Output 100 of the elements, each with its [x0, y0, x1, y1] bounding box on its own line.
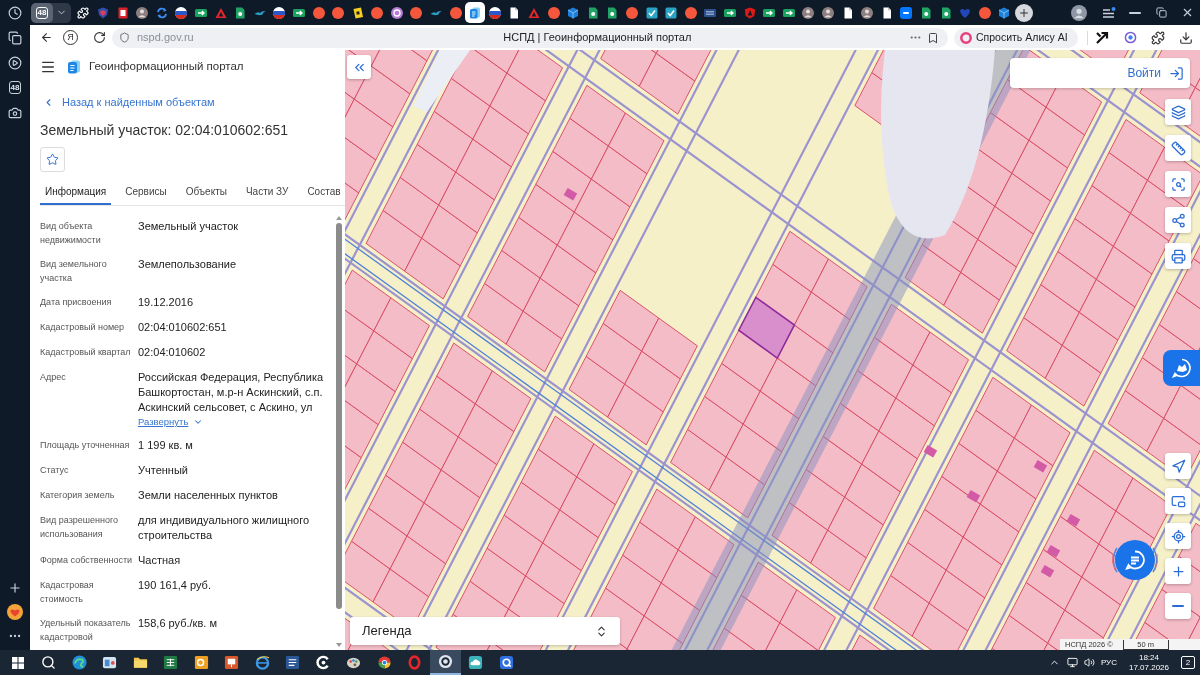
field-label: Площадь уточненная: [40, 439, 131, 452]
picture-in-picture-icon: [1170, 493, 1186, 509]
layers-icon: [1170, 104, 1186, 120]
info-tab[interactable]: Информация: [40, 180, 112, 205]
diagonal-arrow-icon: [1095, 30, 1109, 45]
avatar-icon: [802, 6, 815, 19]
zoom-out-button[interactable]: [1165, 593, 1191, 619]
ruler-icon: [1170, 140, 1186, 156]
stacked-pages-icon: [8, 30, 22, 45]
field-value: Российская Федерация, Республика Башкортостан, м.р-н Аскинский, с.п. Аскинский сельсовет, с Аскино, ул: [138, 370, 325, 415]
url-text: nspd.gov.ru: [137, 30, 194, 46]
field-value: Частная: [138, 553, 182, 568]
volume-icon: [1084, 657, 1096, 668]
play-icon: [8, 55, 22, 70]
locate-icon: [1170, 528, 1186, 544]
expand-link[interactable]: Развернуть: [138, 415, 204, 428]
arrow-tile-icon: [724, 6, 736, 19]
side-panel-tab[interactable]: [1163, 350, 1200, 386]
new-tab-button[interactable]: [1015, 3, 1034, 22]
profile-button[interactable]: [1069, 2, 1089, 23]
menu-button[interactable]: [40, 59, 56, 75]
field-value: Учтенный: [138, 463, 189, 478]
cube-icon: [567, 6, 580, 19]
field-label: Кадастровый квартал: [40, 346, 132, 359]
square-logo-icon: [900, 6, 913, 19]
my-location-button[interactable]: [1165, 453, 1191, 479]
field-value: 1 199 кв. м: [138, 438, 194, 453]
restore-icon: [1155, 7, 1167, 18]
circle-logo-icon: [978, 6, 991, 19]
document-icon: [285, 655, 301, 670]
swirl-logo-icon: [71, 655, 87, 670]
ring-logo-icon: [960, 31, 972, 44]
field-value: Земли населенных пунктов: [138, 488, 279, 503]
spreadsheet-icon: [163, 655, 179, 670]
tab-group-button[interactable]: 48: [31, 2, 71, 23]
login-icon: [1169, 65, 1184, 81]
legend-select[interactable]: Легенда: [350, 617, 620, 645]
field-label: Вид объекта недвижимости: [40, 220, 102, 247]
address-field[interactable]: nspd.gov.ru НСПД | Геоинформационный портал: [112, 27, 948, 48]
arrow-tile-icon: [782, 6, 795, 19]
field-value: 158,6 руб./кв. м: [138, 616, 218, 631]
reload-icon: [92, 31, 106, 44]
bookmark-icon: [927, 31, 939, 44]
clock-button[interactable]: 18:24 17.07.2026: [1128, 652, 1169, 673]
login-button[interactable]: Войти: [1127, 64, 1184, 82]
clock-icon: [8, 5, 22, 20]
mail-app-icon: [193, 655, 209, 670]
menu-icon: [40, 59, 56, 75]
field-label: Вид земельного участка: [40, 258, 108, 285]
download-icon: [1179, 30, 1193, 45]
page-title: НСПД | Геоинформационный портал: [502, 30, 693, 46]
avatar-icon: [136, 6, 149, 19]
measure-button[interactable]: [1165, 135, 1191, 161]
object-title: Земельный участок: 02:04:010602:651: [40, 121, 289, 139]
notifications-button[interactable]: 2: [1181, 656, 1195, 669]
back-link[interactable]: Назад к найденным объектам: [40, 95, 215, 109]
circle-logo-icon: [371, 6, 384, 19]
layers-button[interactable]: [1165, 99, 1191, 125]
document-icon: [939, 6, 952, 19]
share-button[interactable]: [1165, 207, 1191, 233]
info-tab[interactable]: Состав: [302, 180, 346, 205]
page-icon: [508, 6, 521, 19]
arrow-left-icon: [39, 31, 53, 44]
scroll-thumb[interactable]: [335, 223, 342, 609]
scroll-down-icon: [335, 643, 342, 647]
zoom-in-button[interactable]: [1165, 558, 1191, 584]
favorite-button[interactable]: [40, 147, 65, 172]
info-tab[interactable]: Части ЗУ: [240, 180, 294, 205]
printer-icon: [1170, 248, 1186, 264]
scroll-up-icon: [335, 216, 342, 220]
pulse-rings-icon: [1112, 547, 1158, 573]
browser-tab[interactable]: [465, 2, 486, 23]
info-tab[interactable]: Сервисы: [120, 180, 172, 205]
arrow-tile-icon: [194, 6, 207, 19]
language-indicator[interactable]: РУС: [1100, 656, 1117, 669]
taskbar-app[interactable]: [430, 650, 461, 675]
info-tab[interactable]: Объекты: [180, 180, 232, 205]
counter-button[interactable]: 48: [0, 75, 30, 100]
portal-title: Геоинформационный портал: [89, 59, 244, 75]
ask-alice-button[interactable]: Спросить Алису AI: [954, 27, 1078, 48]
flag-icon: [273, 6, 286, 19]
app-window-icon: [102, 655, 118, 670]
circle-logo-icon: [332, 6, 345, 19]
triangle-icon: [528, 6, 541, 19]
ring-icon: [390, 6, 403, 19]
check-tile-icon: [665, 6, 678, 19]
camera-icon: [8, 105, 22, 120]
field-value: 19.12.2016: [138, 295, 195, 310]
field-label: Кадастровая стоимость: [40, 579, 95, 606]
select-area-button[interactable]: [1165, 171, 1191, 197]
field-value: 02:04:010602: [138, 345, 207, 360]
locate-button[interactable]: [1165, 523, 1191, 549]
collapse-panel-button[interactable]: [347, 55, 371, 79]
minimap-button[interactable]: [1165, 488, 1191, 514]
portal-logo-icon: [67, 60, 81, 74]
chat-map-icon: [1171, 358, 1192, 378]
target-icon: [1123, 31, 1137, 44]
minus-icon: [1172, 605, 1184, 607]
print-button[interactable]: [1165, 243, 1191, 269]
chat-bubble-icon: [1125, 550, 1145, 570]
